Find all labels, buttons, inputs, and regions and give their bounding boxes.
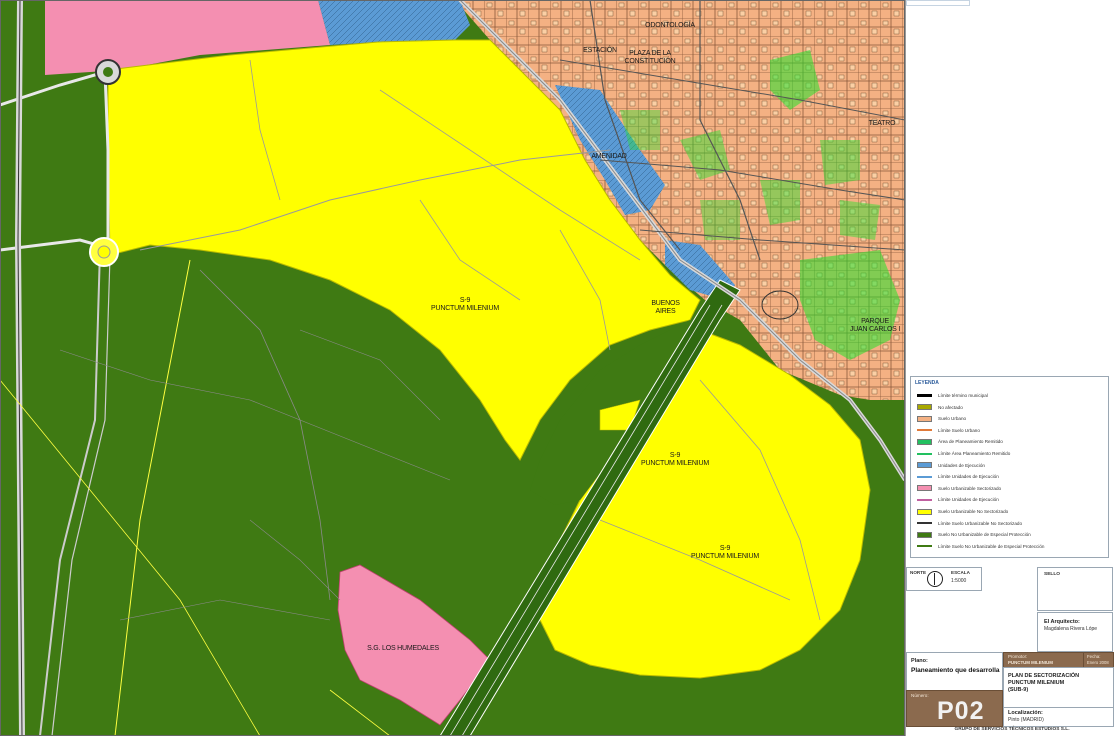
project-box: PLAN DE SECTORIZACIÓN PUNCTUM MILENIUM (… xyxy=(1003,667,1114,709)
label-odontologia: ODONTOLOGÍA xyxy=(645,22,695,29)
legend-item-label: Suelo No Urbanizable de Especial Protecc… xyxy=(938,532,1031,538)
legend-item: Suelo Urbano xyxy=(917,414,966,423)
architect-name: Magdalena Rivera Lópe xyxy=(1044,626,1098,632)
architect-box: El Arquitecto: Magdalena Rivera Lópe xyxy=(1037,612,1113,652)
legend-item-label: Límite término municipal xyxy=(938,393,988,398)
promoter-value: PUNCTUM MILENIUM xyxy=(1008,660,1053,665)
number-value: P02 xyxy=(937,697,985,725)
location-box: Localización: Pinto (MADRID) xyxy=(1003,707,1114,727)
legend-item-label: Suelo Urbanizable No Sectorizado xyxy=(938,509,1009,514)
label-sector-south: S-9 PUNCTUM MILENIUM xyxy=(691,545,759,560)
legend-item-label: Suelo Urbano xyxy=(938,416,967,422)
north-arrow-icon xyxy=(927,571,943,587)
promoter-label: Promotor: xyxy=(1008,654,1028,659)
legend-item: Suelo No Urbanizable de Especial Protecc… xyxy=(917,530,1031,539)
legend-swatch xyxy=(917,545,932,548)
north-label: NORTE xyxy=(910,570,927,575)
plano-box: Plano: Planeamiento que desarrolla xyxy=(906,652,1003,692)
legend-item: Área de Planeamiento Remitido xyxy=(917,437,1003,446)
label-sector-center: S-9 PUNCTUM MILENIUM xyxy=(641,452,709,467)
legend-swatch xyxy=(917,394,932,397)
legend-swatch xyxy=(917,452,932,455)
legend-item-label: Límite Suelo No Urbanizable de Especial … xyxy=(938,543,1045,549)
north-scale-box: NORTE ESCALA 1:5000 xyxy=(906,567,982,591)
architect-label: El Arquitecto: xyxy=(1044,619,1080,625)
date-box: Fecha: Enero 2008 xyxy=(1083,652,1114,668)
blue-unit-top xyxy=(318,0,470,45)
sidebar-header-strip xyxy=(906,0,970,6)
legend-swatch xyxy=(917,415,932,422)
legend-swatch xyxy=(917,429,932,432)
legend-swatch xyxy=(917,498,932,501)
project-line2: PUNCTUM MILENIUM xyxy=(1008,680,1065,686)
date-label: Fecha: xyxy=(1087,654,1101,659)
title-block-sidebar: LEYENDA Límite término municipal No afect… xyxy=(905,0,1117,736)
number-box: Número: P02 xyxy=(906,690,1003,727)
company-footer: GRUPO DE SERVICIOS TÉCNICOS ESTUDIOS S.L… xyxy=(954,727,1070,732)
number-label: Número: xyxy=(911,693,929,698)
legend-swatch xyxy=(917,508,932,515)
legend-item: No afectado xyxy=(917,403,963,412)
stamp-label: SELLO xyxy=(1044,572,1060,577)
legend-swatch xyxy=(917,485,932,492)
legend-item-label: Límite Unidades de Ejecución xyxy=(938,474,999,480)
legend-swatch xyxy=(917,475,932,478)
project-line1: PLAN DE SECTORIZACIÓN xyxy=(1008,673,1080,679)
label-parque: PARQUE JUAN CARLOS I xyxy=(849,318,901,333)
scale-value: 1:5000 xyxy=(951,578,967,584)
stamp-box: SELLO xyxy=(1037,567,1113,611)
promoter-box: Promotor: PUNCTUM MILENIUM xyxy=(1003,652,1085,668)
location-label: Localización: xyxy=(1008,710,1043,716)
legend-swatch xyxy=(917,462,932,469)
legend-swatch xyxy=(917,522,932,525)
legend-item-label: Límite Suelo Urbano xyxy=(938,427,980,433)
legend-item-label: Límite Área Planeamiento Remitido xyxy=(938,451,1011,456)
legend-item: Suelo Urbanizable No Sectorizado xyxy=(917,507,1008,516)
legend-item: Límite Suelo No Urbanizable de Especial … xyxy=(917,542,1044,551)
legend-item-label: Límite Suelo Urbanizable No Sectorizado xyxy=(938,520,1023,526)
legend-item: Límite término municipal xyxy=(917,391,988,400)
legend-item: Suelo Urbanizable Sectorizado xyxy=(917,484,1001,493)
legend-title: LEYENDA xyxy=(915,380,939,386)
legend-swatch xyxy=(917,438,932,445)
label-amenidad: AMENIDAD xyxy=(591,153,627,160)
legend-item-label: No afectado xyxy=(938,404,963,410)
legend-panel: LEYENDA Límite término municipal No afect… xyxy=(910,376,1109,558)
legend-item: Límite Área Planeamiento Remitido xyxy=(917,449,1010,458)
legend-item: Unidades de Ejecución xyxy=(917,461,985,470)
label-humedales: S.G. LOS HUMEDALES xyxy=(367,645,439,652)
project-line3: (SUB-9) xyxy=(1008,687,1029,693)
scale-label: ESCALA xyxy=(951,570,970,575)
legend-item-label: Suelo Urbanizable Sectorizado xyxy=(938,485,1002,491)
legend-item-label: Área de Planeamiento Remitido xyxy=(938,439,1003,445)
legend-item-label: Límite Unidades de Ejecución xyxy=(938,497,999,503)
date-value: Enero 2008 xyxy=(1087,660,1109,665)
legend-item: Límite Suelo Urbanizable No Sectorizado xyxy=(917,519,1022,528)
legend-swatch xyxy=(917,404,932,411)
plano-title: Planeamiento que desarrolla xyxy=(911,667,1000,674)
legend-item: Límite Unidades de Ejecución xyxy=(917,472,999,481)
label-buenos-aires: BUENOS AIRES xyxy=(651,300,680,315)
legend-swatch xyxy=(917,531,932,538)
location-value: Pinto (MADRID) xyxy=(1008,717,1044,723)
plano-label: Plano: xyxy=(911,658,928,664)
label-teatro: TEATRO xyxy=(868,120,896,127)
legend-item: Límite Suelo Urbano xyxy=(917,426,980,435)
label-plaza: PLAZA DE LA CONSTITUCIÓN xyxy=(624,50,676,65)
legend-item: Límite Unidades de Ejecución xyxy=(917,495,999,504)
planning-map[interactable]: S-9 PUNCTUM MILENIUM S-9 PUNCTUM MILENIU… xyxy=(0,0,905,736)
map-canvas xyxy=(0,0,905,736)
legend-item-label: Unidades de Ejecución xyxy=(938,462,985,468)
label-sector-north: S-9 PUNCTUM MILENIUM xyxy=(431,297,499,312)
